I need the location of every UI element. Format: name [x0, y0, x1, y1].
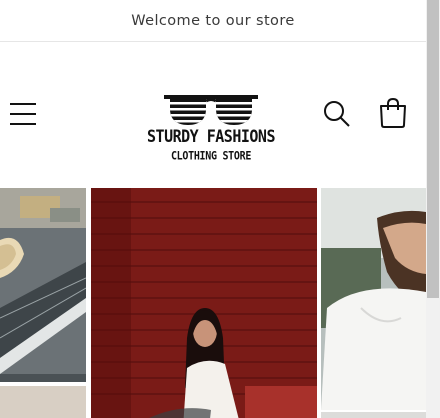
lower-right-photo[interactable] [321, 412, 426, 418]
logo-subtitle: CLOTHING STORE [170, 150, 252, 163]
logo-title: STURDY FASHIONS [147, 125, 275, 147]
announcement-text: Welcome to our store [131, 12, 295, 29]
store-logo[interactable]: STURDY FASHIONS CLOTHING STORE [146, 87, 276, 173]
page-scrollbar[interactable] [426, 0, 440, 418]
site-header: STURDY FASHIONS CLOTHING STORE [0, 43, 426, 187]
search-icon[interactable] [322, 99, 352, 129]
model-red-brick-wall-photo[interactable] [91, 188, 317, 418]
lower-photo[interactable] [0, 386, 86, 418]
cart-icon[interactable] [377, 97, 409, 129]
image-gallery [0, 188, 426, 418]
model-white-shirt-photo[interactable] [321, 188, 426, 410]
menu-icon[interactable] [10, 101, 38, 127]
announcement-bar: Welcome to our store [0, 0, 426, 42]
sunglasses-logo-icon [164, 95, 258, 125]
scrollbar-thumb[interactable] [427, 0, 439, 298]
rooftop-photo[interactable] [0, 188, 86, 382]
